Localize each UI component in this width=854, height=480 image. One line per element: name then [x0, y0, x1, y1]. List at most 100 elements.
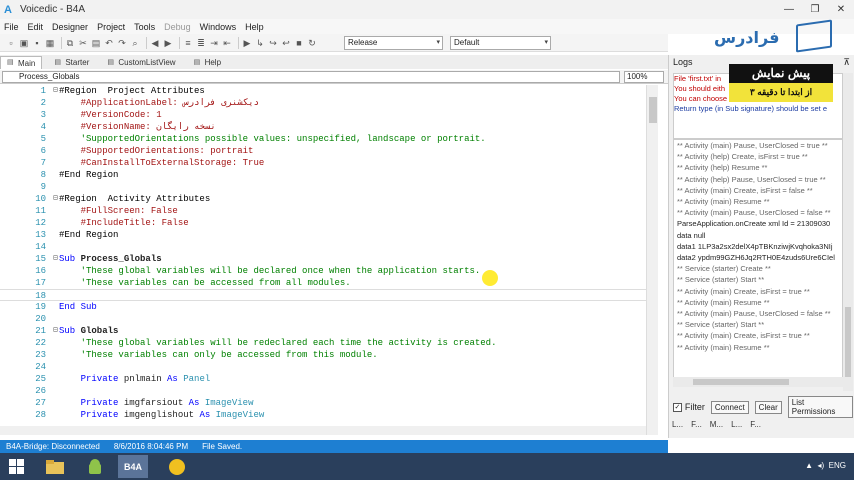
- copy-icon[interactable]: ⧉: [65, 38, 75, 48]
- media-app-button[interactable]: [162, 455, 192, 478]
- run-icon[interactable]: ▶: [242, 38, 252, 48]
- cut-icon[interactable]: ✂: [78, 38, 88, 48]
- log-horizontal-scrollbar[interactable]: [673, 377, 843, 387]
- bottom-tab[interactable]: L...: [731, 420, 742, 434]
- back-icon[interactable]: ◀: [150, 38, 160, 48]
- code-line[interactable]: 16 'These global variables will be decla…: [0, 265, 646, 277]
- code-line[interactable]: 23 'These variables can only be accessed…: [0, 349, 646, 361]
- step-out-icon[interactable]: ↩: [281, 38, 291, 48]
- paste-icon[interactable]: ▤: [91, 38, 101, 48]
- outdent-icon[interactable]: ⇤: [222, 38, 232, 48]
- menu-file[interactable]: File: [4, 22, 19, 32]
- code-line[interactable]: 5 'SupportedOrientations possible values…: [0, 133, 646, 145]
- volume-icon[interactable]: ◂): [818, 461, 825, 470]
- language-indicator[interactable]: ENG: [829, 461, 846, 470]
- undo-icon[interactable]: ↶: [104, 38, 114, 48]
- file-explorer-button[interactable]: [40, 455, 70, 478]
- code-line[interactable]: 9: [0, 181, 646, 193]
- indent-icon[interactable]: ⇥: [209, 38, 219, 48]
- code-line[interactable]: 17 'These variables can be accessed from…: [0, 277, 646, 289]
- start-button[interactable]: [2, 455, 32, 478]
- save-all-icon[interactable]: ▦: [45, 38, 55, 48]
- find-icon[interactable]: ⌕: [130, 38, 140, 48]
- tab-main[interactable]: ▤ Main: [0, 56, 43, 69]
- network-icon[interactable]: ▲: [805, 461, 813, 470]
- code-line[interactable]: 4 #VersionName: نسخه رایگان: [0, 121, 646, 133]
- scroll-thumb[interactable]: [649, 97, 657, 123]
- connect-button[interactable]: Connect: [710, 400, 749, 414]
- code-line[interactable]: 1 ⊟ #Region Project Attributes: [0, 85, 646, 97]
- code-line[interactable]: 11 #FullScreen: False: [0, 205, 646, 217]
- log-output[interactable]: ** Activity (main) Pause, UserClosed = t…: [673, 139, 843, 387]
- maximize-button[interactable]: ❐: [802, 0, 828, 19]
- step-icon[interactable]: ↳: [255, 38, 265, 48]
- tab-starter[interactable]: ▤ Starter: [48, 56, 95, 69]
- code-line[interactable]: 15 ⊟ Sub Process_Globals: [0, 253, 646, 265]
- menu-edit[interactable]: Edit: [28, 22, 44, 32]
- scroll-thumb[interactable]: [693, 379, 789, 385]
- code-line[interactable]: 10 ⊟ #Region Activity Attributes: [0, 193, 646, 205]
- bottom-tab[interactable]: M...: [710, 420, 723, 434]
- code-line[interactable]: 24: [0, 361, 646, 373]
- bottom-tab[interactable]: F...: [750, 420, 761, 434]
- code-line[interactable]: 25 Private pnlmain As Panel: [0, 373, 646, 385]
- b4a-taskbar-button[interactable]: B4A: [118, 455, 148, 478]
- fold-toggle-icon[interactable]: ⊟: [53, 325, 58, 337]
- forward-icon[interactable]: ▶: [163, 38, 173, 48]
- uncomment-icon[interactable]: ≣: [196, 38, 206, 48]
- code-line[interactable]: 21 ⊟ Sub Globals: [0, 325, 646, 337]
- log-vertical-scrollbar[interactable]: [843, 73, 853, 391]
- android-app-button[interactable]: [80, 455, 110, 478]
- new-file-icon[interactable]: ▫: [6, 38, 16, 48]
- code-line[interactable]: 28 Private imgenglishout As ImageView: [0, 409, 646, 421]
- code-line[interactable]: 2 #ApplicationLabel: دیکشنری فرادرس: [0, 97, 646, 109]
- menu-windows[interactable]: Windows: [200, 22, 237, 32]
- stop-icon[interactable]: ■: [294, 38, 304, 48]
- fold-toggle-icon[interactable]: ⊟: [53, 253, 58, 265]
- bottom-tab[interactable]: F...: [691, 420, 702, 434]
- zoom-select[interactable]: 100%: [624, 71, 664, 83]
- menu-debug[interactable]: Debug: [164, 22, 191, 32]
- code-line[interactable]: 26: [0, 385, 646, 397]
- code-line[interactable]: 22 'These global variables will be redec…: [0, 337, 646, 349]
- fold-toggle-icon[interactable]: ⊟: [53, 85, 58, 97]
- bottom-tab[interactable]: L...: [672, 420, 683, 434]
- code-line[interactable]: 14: [0, 241, 646, 253]
- menu-designer[interactable]: Designer: [52, 22, 88, 32]
- code-line[interactable]: 7 #CanInstallToExternalStorage: True: [0, 157, 646, 169]
- close-button[interactable]: ✕: [828, 0, 854, 19]
- menu-help[interactable]: Help: [245, 22, 264, 32]
- step-over-icon[interactable]: ↪: [268, 38, 278, 48]
- pin-icon[interactable]: ⊼: [843, 57, 850, 68]
- code-line[interactable]: 20: [0, 313, 646, 325]
- device-select[interactable]: Default ▾: [450, 36, 551, 50]
- save-icon[interactable]: ▪: [32, 38, 42, 48]
- code-line[interactable]: 27 Private imgfarsiout As ImageView: [0, 397, 646, 409]
- clear-button[interactable]: Clear: [754, 400, 782, 414]
- code-editor[interactable]: 1 ⊟ #Region Project Attributes 2 #Applicati…: [0, 85, 658, 435]
- menu-tools[interactable]: Tools: [134, 22, 155, 32]
- scroll-thumb[interactable]: [845, 307, 851, 377]
- sub-select[interactable]: Process_Globals: [2, 71, 620, 83]
- list-permissions-button[interactable]: List Permissions: [787, 396, 853, 418]
- menu-project[interactable]: Project: [97, 22, 125, 32]
- open-file-icon[interactable]: ▣: [19, 38, 29, 48]
- code-line[interactable]: 19 End Sub: [0, 301, 646, 313]
- tab-customlistview[interactable]: ▤ CustomListView: [101, 56, 181, 69]
- redo-icon[interactable]: ↷: [117, 38, 127, 48]
- code-line[interactable]: 13 #End Region: [0, 229, 646, 241]
- tab-help[interactable]: ▤ Help: [188, 56, 227, 69]
- build-config-select[interactable]: Release ▾: [344, 36, 443, 50]
- code-line[interactable]: 6 #SupportedOrientations: portrait: [0, 145, 646, 157]
- code-line[interactable]: 3 #VersionCode: 1: [0, 109, 646, 121]
- code-line[interactable]: 8 #End Region: [0, 169, 646, 181]
- filter-checkbox[interactable]: ✓: [673, 402, 682, 412]
- fold-toggle-icon[interactable]: ⊟: [53, 193, 58, 205]
- editor-vertical-scrollbar[interactable]: [646, 85, 658, 435]
- comment-icon[interactable]: ≡: [183, 38, 193, 48]
- editor-horizontal-scrollbar[interactable]: [0, 426, 646, 435]
- minimize-button[interactable]: —: [776, 0, 802, 19]
- code-line[interactable]: 18: [0, 289, 646, 301]
- restart-icon[interactable]: ↻: [307, 38, 317, 48]
- code-line[interactable]: 12 #IncludeTitle: False: [0, 217, 646, 229]
